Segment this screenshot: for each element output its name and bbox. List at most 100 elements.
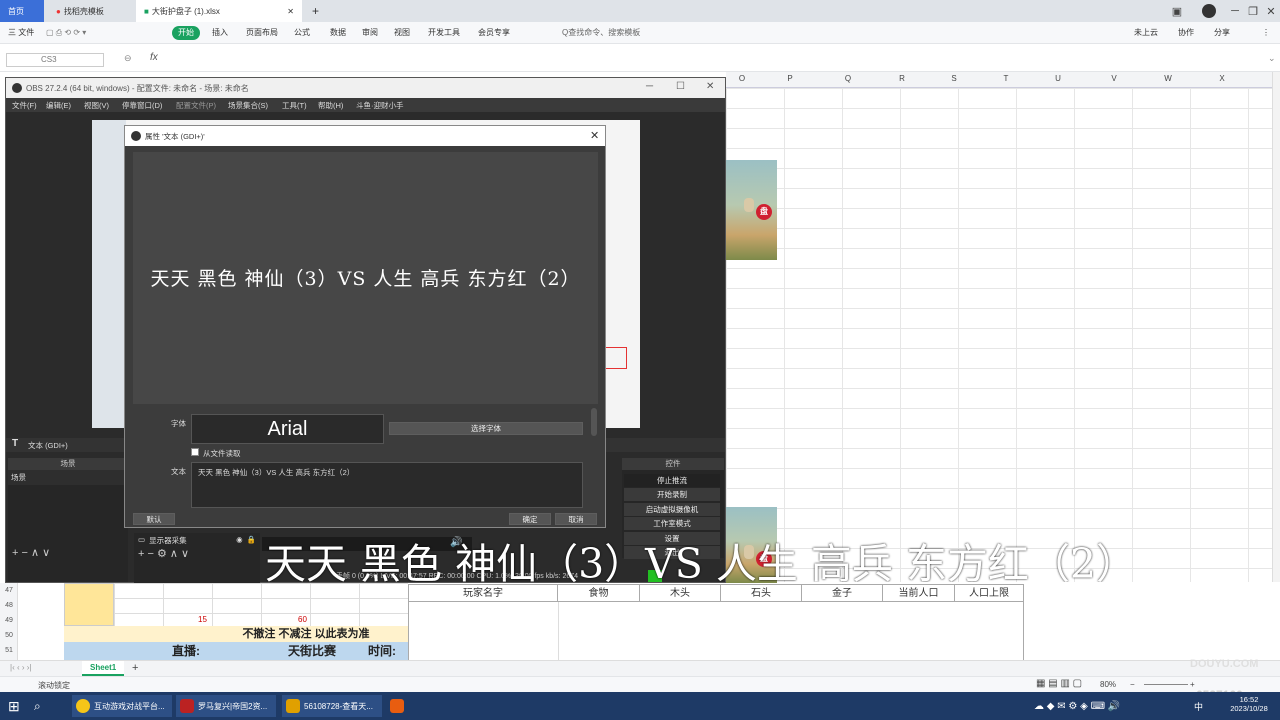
zoom-in-icon[interactable]: +: [1190, 680, 1195, 689]
menu-member[interactable]: 会员专享: [478, 26, 510, 40]
defaults-button[interactable]: 默认: [133, 513, 175, 525]
menu-review[interactable]: 审阅: [362, 26, 378, 40]
start-record-button[interactable]: 开始录制: [624, 488, 720, 501]
text-input[interactable]: 天天 黑色 神仙（3）VS 人生 高兵 东方红（2）: [191, 462, 583, 508]
col-header[interactable]: P: [780, 74, 800, 83]
row-number[interactable]: 47: [0, 587, 18, 594]
row-number[interactable]: 50: [0, 632, 18, 639]
obs-menu-tools[interactable]: 工具(T): [282, 100, 307, 111]
scene-item[interactable]: 场景: [8, 470, 128, 485]
obs-menu-help[interactable]: 帮助(H): [318, 100, 343, 111]
eye-icon[interactable]: ◉: [236, 535, 243, 546]
yellow-cell[interactable]: [64, 583, 114, 626]
scene-controls[interactable]: + − ∧ ∨: [12, 546, 50, 559]
col-header[interactable]: O: [732, 74, 752, 83]
vertical-scrollbar[interactable]: [1272, 72, 1280, 582]
col-header[interactable]: Q: [838, 74, 858, 83]
selection-box[interactable]: [605, 347, 627, 369]
obs-menu-edit[interactable]: 编辑(E): [46, 100, 71, 111]
col-header[interactable]: U: [1048, 74, 1068, 83]
menu-formulas[interactable]: 公式: [294, 26, 310, 40]
zoom-level[interactable]: 80%: [1100, 680, 1116, 689]
header-stone[interactable]: 石头: [720, 584, 802, 602]
taskbar-item-aoe[interactable]: 罗马复兴|帝国2资...: [176, 695, 276, 717]
expand-formula-icon[interactable]: ⌄: [1268, 53, 1276, 64]
ime-indicator[interactable]: 中: [1190, 695, 1207, 717]
menu-insert[interactable]: 插入: [212, 26, 228, 40]
obs-menu-scene-collection[interactable]: 场景集合(S): [228, 100, 268, 111]
dialog-close-icon[interactable]: ✕: [590, 129, 599, 142]
layout-icon[interactable]: ▣: [1162, 0, 1192, 22]
taskbar-app-icon[interactable]: [386, 695, 408, 717]
read-from-file-checkbox[interactable]: [191, 448, 199, 456]
col-header[interactable]: V: [1104, 74, 1124, 83]
col-header[interactable]: S: [944, 74, 964, 83]
header-player-name[interactable]: 玩家名字: [408, 584, 558, 602]
header-population[interactable]: 当前人口: [882, 584, 955, 602]
studio-mode-button[interactable]: 工作室模式: [624, 517, 720, 530]
obs-menu-file[interactable]: 文件(F): [12, 100, 37, 111]
source-controls[interactable]: + − ⚙ ∧ ∨: [138, 547, 189, 560]
cell-15[interactable]: 15: [198, 615, 207, 624]
zoom-out-icon[interactable]: −: [1130, 680, 1135, 689]
menu-data[interactable]: 数据: [330, 26, 346, 40]
obs-menu-profile[interactable]: 配置文件(P): [176, 100, 216, 111]
lock-icon[interactable]: 🔒: [247, 535, 256, 546]
menu-page-layout[interactable]: 页面布局: [246, 26, 278, 40]
cancel-button[interactable]: 取消: [555, 513, 597, 525]
row-number[interactable]: 48: [0, 602, 18, 609]
name-box[interactable]: CS3: [6, 53, 104, 67]
more-icon[interactable]: ⋮: [1262, 26, 1270, 40]
new-tab-button[interactable]: +: [304, 0, 327, 22]
view-mode-icons[interactable]: ▦ ▤ ▥ ▢: [1036, 678, 1082, 689]
source-item[interactable]: ▭ 显示器采集 ◉ 🔒: [134, 533, 260, 548]
notice-row[interactable]: 不撤注 不减注 以此表为准: [64, 626, 408, 642]
tab-workbook[interactable]: ■ 大街护盘子 (1).xlsx ✕: [136, 0, 302, 22]
tab-home[interactable]: 首页: [0, 0, 44, 22]
menu-developer[interactable]: 开发工具: [428, 26, 460, 40]
obs-menu-docks[interactable]: 停靠窗口(D): [122, 100, 162, 111]
zoom-slider[interactable]: [1144, 684, 1188, 685]
dialog-scrollbar[interactable]: [591, 408, 597, 436]
virtual-camera-button[interactable]: 启动虚拟摄像机: [624, 503, 720, 516]
obs-maximize-icon[interactable]: ☐: [676, 81, 685, 92]
search-taskbar-icon[interactable]: ⌕: [30, 695, 45, 717]
close-tab-icon[interactable]: ✕: [287, 7, 294, 16]
fx-icon[interactable]: fx: [150, 52, 158, 63]
taskbar-item-game-platform[interactable]: 互动游戏对战平台...: [72, 695, 172, 717]
obs-menu-douyu[interactable]: 斗鱼·迎财小手: [356, 100, 404, 111]
ok-button[interactable]: 确定: [509, 513, 551, 525]
obs-menu-view[interactable]: 视图(V): [84, 100, 109, 111]
close-window-icon[interactable]: ✕: [1256, 0, 1280, 22]
share-button[interactable]: 分享: [1214, 26, 1230, 40]
row-number[interactable]: 49: [0, 617, 18, 624]
header-food[interactable]: 食物: [557, 584, 640, 602]
taskbar-item-browser[interactable]: 56108728-查看天...: [282, 695, 382, 717]
menu-file[interactable]: 三 文件: [8, 26, 34, 40]
sheet-nav-arrows[interactable]: |‹ ‹ › ›|: [10, 663, 31, 672]
table-body[interactable]: [408, 602, 1024, 660]
header-pop-limit[interactable]: 人口上限: [954, 584, 1024, 602]
collab-button[interactable]: 协作: [1178, 26, 1194, 40]
sheet-tab-sheet1[interactable]: Sheet1: [82, 661, 125, 676]
add-sheet-button[interactable]: +: [132, 662, 138, 674]
obs-close-icon[interactable]: ✕: [706, 81, 714, 92]
menu-home[interactable]: 开始: [172, 26, 200, 40]
system-tray-icons[interactable]: ☁ ◆ ✉ ⚙ ◈ ⌨ 🔊: [1030, 695, 1124, 717]
search-commands[interactable]: Q查找命令、搜索模板: [562, 26, 640, 40]
tab-templates[interactable]: ● 找稻壳模板: [48, 0, 134, 22]
clock[interactable]: 16:52 2023/10/28: [1226, 695, 1272, 713]
quick-tools-icon[interactable]: ▢ ⎙ ⟲ ⟳ ▾: [46, 26, 86, 40]
col-header[interactable]: R: [892, 74, 912, 83]
menu-view[interactable]: 视图: [394, 26, 410, 40]
col-header[interactable]: W: [1158, 74, 1178, 83]
sheet-cells[interactable]: [114, 583, 408, 626]
info-row[interactable]: 直播: 天街比赛 时间:: [64, 642, 408, 660]
row-number[interactable]: 51: [0, 647, 18, 654]
select-font-button[interactable]: 选择字体: [389, 422, 583, 435]
spreadsheet-grid[interactable]: [726, 88, 1272, 582]
header-gold[interactable]: 金子: [801, 584, 883, 602]
cell-60[interactable]: 60: [298, 615, 307, 624]
obs-minimize-icon[interactable]: ─: [646, 81, 653, 92]
cloud-status[interactable]: 未上云: [1134, 26, 1158, 40]
